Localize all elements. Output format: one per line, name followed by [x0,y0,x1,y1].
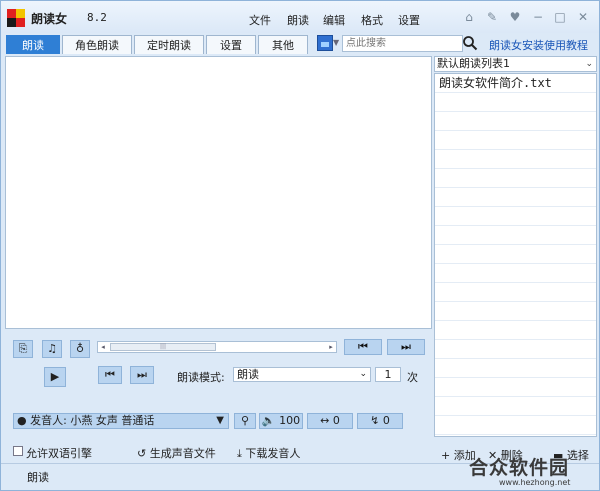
pitch-control[interactable]: ↯ 0 [357,413,403,429]
home-icon[interactable]: ⌂ [461,9,477,25]
watermark: 合众软件园 www.hezhong.net [469,453,599,490]
progress-scrollbar[interactable]: ◂ ||| ▸ [97,341,337,353]
dual-engine-checkbox[interactable] [13,446,23,456]
reading-mode-select[interactable]: 朗读 ⌄ [233,367,371,382]
tab-settings[interactable]: 设置 [206,35,256,54]
search-input[interactable] [342,35,463,52]
microphone-icon[interactable]: ♁ [70,340,90,358]
menu-read[interactable]: 朗读 [287,12,309,28]
reading-text-area[interactable] [5,56,432,329]
download-voice-button[interactable]: ⤓ 下载发音人 [237,445,300,461]
tab-read[interactable]: 朗读 [6,35,60,54]
speed-control[interactable]: ↔ 0 [307,413,353,429]
download-icon: ⤓ [237,447,242,460]
last-track-button[interactable]: ⏭ [387,339,425,355]
scroll-left-icon[interactable]: ◂ [98,342,108,352]
open-file-icon[interactable]: ⎘ [13,340,33,358]
voice-label: 发音人: [30,414,67,427]
music-note-icon[interactable]: ♫ [42,340,62,358]
volume-control[interactable]: 🔈 100 [259,413,303,429]
plus-icon: + [441,449,451,462]
volume-value: 100 [279,414,301,427]
previous-button[interactable]: ⏮ [98,366,122,384]
app-logo-icon [7,9,25,27]
minimize-icon[interactable]: − [530,9,546,25]
person-icon: ● [17,414,27,427]
repeat-count-input[interactable]: 1 [375,367,401,382]
chevron-down-icon: ⌄ [359,369,367,379]
first-track-button[interactable]: ⏮ [344,339,382,355]
title-bar: 朗读女 8.2 文件 朗读 编辑 格式 设置 ⌂ ✎ ♥ − □ ✕ [1,1,599,33]
scroll-right-icon[interactable]: ▸ [326,342,336,352]
voice-select[interactable]: ● 发音人: 小燕 女声 普通话 ▼ [13,413,229,429]
maximize-icon[interactable]: □ [552,9,568,25]
menu-settings[interactable]: 设置 [398,12,420,28]
speed-value: 0 [332,414,340,427]
app-window: 朗读女 8.2 文件 朗读 编辑 格式 设置 ⌂ ✎ ♥ − □ ✕ 朗读 角色… [0,0,600,491]
tab-other[interactable]: 其他 [258,35,308,54]
watermark-cn: 合众软件园 [469,457,570,479]
menu-file[interactable]: 文件 [249,12,271,28]
dual-engine-label: 允许双语引擎 [26,447,92,460]
app-title: 朗读女 [31,12,68,26]
picture-icon[interactable] [317,35,333,51]
voice-value: 小燕 女声 普通话 [70,414,155,427]
pitch-icon: ↯ [370,414,380,427]
playlist-select[interactable]: 默认朗读列表1 ⌄ [434,56,597,72]
tab-timed-read[interactable]: 定时朗读 [134,35,204,54]
playlist-select-value: 默认朗读列表1 [437,57,510,70]
watermark-url: www.hezhong.net [499,478,571,487]
reading-mode-value: 朗读 [237,368,259,381]
pitch-value: 0 [382,414,390,427]
menu-format[interactable]: 格式 [361,12,383,28]
generate-audio-button[interactable]: ↺ 生成声音文件 [137,445,216,461]
chevron-down-icon[interactable]: ▼ [333,38,339,47]
speed-icon: ↔ [320,414,330,427]
search-icon[interactable] [462,35,478,51]
install-guide-link[interactable]: 朗读女安装使用教程 [489,37,588,53]
chevron-down-icon: ⌄ [585,59,593,69]
antenna-icon[interactable]: ⚲ [234,413,256,429]
menu-edit[interactable]: 编辑 [323,12,345,28]
scroll-thumb[interactable]: ||| [110,343,216,351]
volume-icon: 🔈 [261,414,276,427]
repeat-count-unit: 次 [407,371,418,384]
skin-icon[interactable]: ♥ [507,9,523,25]
app-version: 8.2 [87,11,107,24]
file-export-icon: ↺ [137,447,147,460]
next-button[interactable]: ⏭ [130,366,154,384]
pin-icon[interactable]: ✎ [484,9,500,25]
reading-mode-label: 朗读模式: [177,371,225,384]
play-button[interactable]: ▶ [44,367,66,387]
list-item[interactable]: 朗读女软件简介.txt [435,74,596,93]
caret-down-icon: ▼ [216,415,224,426]
close-icon[interactable]: ✕ [575,9,591,25]
tab-role-read[interactable]: 角色朗读 [62,35,132,54]
playlist-pane: 朗读女软件简介.txt [434,73,597,437]
status-text: 朗读 [27,471,49,484]
